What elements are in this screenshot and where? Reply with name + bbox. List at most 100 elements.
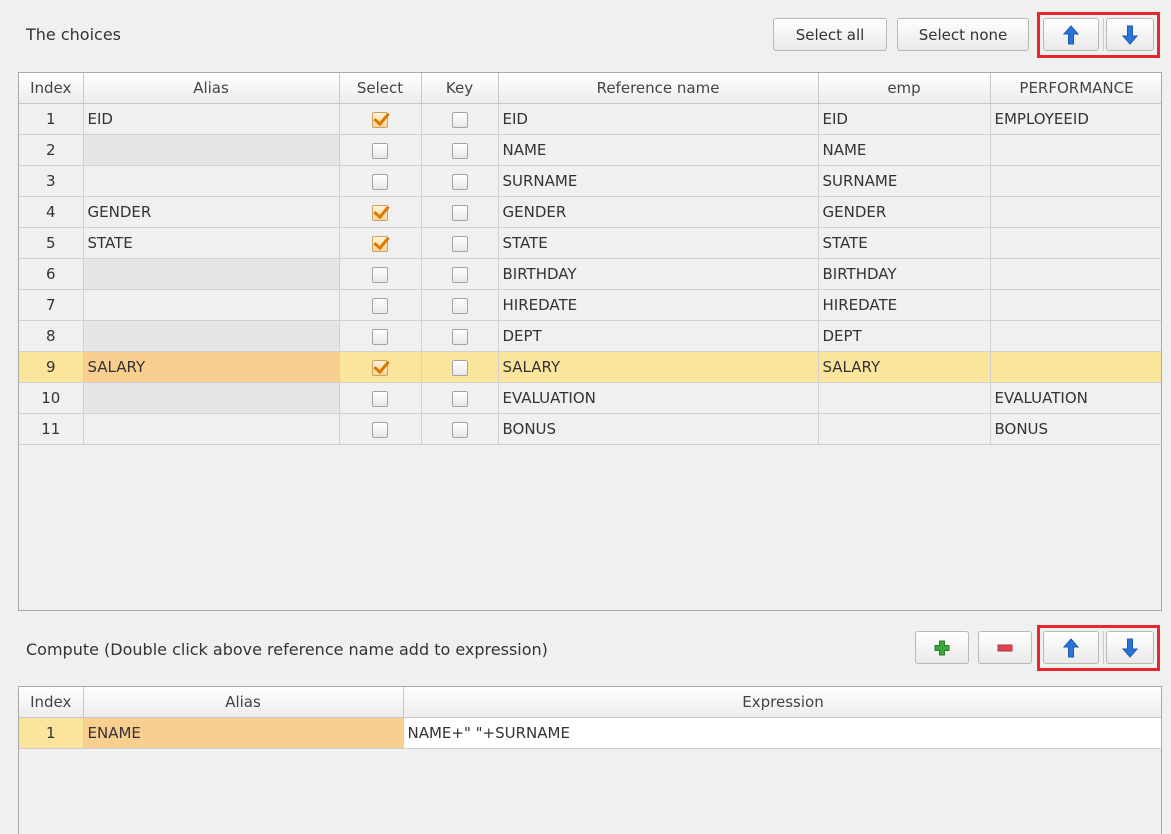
reference-name-cell[interactable]: GENDER xyxy=(498,196,819,228)
select-checkbox[interactable] xyxy=(372,173,388,190)
select-checkbox-cell[interactable] xyxy=(339,413,422,445)
key-checkbox[interactable] xyxy=(451,111,468,128)
col-header-alias[interactable]: Alias xyxy=(83,73,340,104)
table-row[interactable]: 1 ENAME NAME+" "+SURNAME xyxy=(19,717,1161,749)
key-checkbox-cell[interactable] xyxy=(421,382,499,414)
key-checkbox[interactable] xyxy=(451,390,468,407)
compute-move-up-button[interactable] xyxy=(1043,631,1099,664)
select-checkbox-cell[interactable] xyxy=(339,320,422,352)
key-checkbox-cell[interactable] xyxy=(421,351,499,383)
key-checkbox[interactable] xyxy=(451,235,468,252)
col-header-reference-name[interactable]: Reference name xyxy=(498,73,819,104)
compute-col-header-alias[interactable]: Alias xyxy=(83,687,404,718)
select-checkbox[interactable] xyxy=(372,204,388,221)
select-checkbox-cell[interactable] xyxy=(339,382,422,414)
key-checkbox-cell[interactable] xyxy=(421,320,499,352)
select-none-button[interactable]: Select none xyxy=(897,18,1029,51)
reference-name-cell[interactable]: BONUS xyxy=(498,413,819,445)
reference-name-cell[interactable]: BIRTHDAY xyxy=(498,258,819,290)
key-checkbox[interactable] xyxy=(451,359,468,376)
key-checkbox[interactable] xyxy=(451,266,468,283)
key-checkbox[interactable] xyxy=(451,297,468,314)
select-checkbox[interactable] xyxy=(372,111,388,128)
col-header-key[interactable]: Key xyxy=(421,73,499,104)
table-row[interactable]: 2 NAME NAME xyxy=(19,134,1161,166)
key-checkbox[interactable] xyxy=(451,173,468,190)
alias-cell[interactable] xyxy=(83,258,340,290)
table-row[interactable]: 10 EVALUATION EVALUATION xyxy=(19,382,1161,414)
key-checkbox-cell[interactable] xyxy=(421,196,499,228)
select-checkbox[interactable] xyxy=(372,328,388,345)
select-checkbox[interactable] xyxy=(372,297,388,314)
col-header-performance[interactable]: PERFORMANCE xyxy=(990,73,1161,104)
select-checkbox-cell[interactable] xyxy=(339,196,422,228)
table-row[interactable]: 6 BIRTHDAY BIRTHDAY xyxy=(19,258,1161,290)
col-header-index[interactable]: Index xyxy=(19,73,84,104)
key-checkbox-cell[interactable] xyxy=(421,289,499,321)
select-checkbox-cell[interactable] xyxy=(339,351,422,383)
key-checkbox-cell[interactable] xyxy=(421,165,499,197)
alias-cell[interactable] xyxy=(83,165,340,197)
table-row[interactable]: 9 SALARY SALARY SALARY xyxy=(19,351,1161,383)
col-header-emp[interactable]: emp xyxy=(818,73,991,104)
select-all-button[interactable]: Select all xyxy=(773,18,887,51)
key-checkbox-cell[interactable] xyxy=(421,103,499,135)
compute-col-header-expression[interactable]: Expression xyxy=(403,687,1161,718)
select-checkbox-cell[interactable] xyxy=(339,134,422,166)
select-checkbox[interactable] xyxy=(372,235,388,252)
alias-cell[interactable]: STATE xyxy=(83,227,340,259)
move-up-button[interactable] xyxy=(1043,18,1099,51)
select-checkbox-cell[interactable] xyxy=(339,165,422,197)
key-checkbox-cell[interactable] xyxy=(421,413,499,445)
key-checkbox[interactable] xyxy=(451,421,468,438)
select-checkbox[interactable] xyxy=(372,421,388,438)
table-row[interactable]: 1 EID EID EID EMPLOYEEID xyxy=(19,103,1161,135)
select-checkbox-cell[interactable] xyxy=(339,227,422,259)
key-checkbox[interactable] xyxy=(451,204,468,221)
table-row[interactable]: 5 STATE STATE STATE xyxy=(19,227,1161,259)
reference-name-cell[interactable]: STATE xyxy=(498,227,819,259)
key-checkbox-cell[interactable] xyxy=(421,227,499,259)
alias-cell[interactable] xyxy=(83,413,340,445)
add-expression-button[interactable] xyxy=(915,631,969,664)
select-checkbox[interactable] xyxy=(372,359,388,376)
alias-cell[interactable]: SALARY xyxy=(83,351,340,383)
alias-cell[interactable] xyxy=(83,289,340,321)
reference-name-cell[interactable]: HIREDATE xyxy=(498,289,819,321)
alias-cell[interactable] xyxy=(83,134,340,166)
table-row[interactable]: 11 BONUS BONUS xyxy=(19,413,1161,445)
remove-expression-button[interactable] xyxy=(978,631,1032,664)
key-checkbox-cell[interactable] xyxy=(421,134,499,166)
compute-col-header-index[interactable]: Index xyxy=(19,687,84,718)
table-row[interactable]: 8 DEPT DEPT xyxy=(19,320,1161,352)
alias-cell[interactable]: EID xyxy=(83,103,340,135)
select-checkbox[interactable] xyxy=(372,142,388,159)
key-checkbox-cell[interactable] xyxy=(421,258,499,290)
key-checkbox[interactable] xyxy=(451,142,468,159)
select-checkbox-cell[interactable] xyxy=(339,258,422,290)
key-checkbox[interactable] xyxy=(451,328,468,345)
alias-cell[interactable]: ENAME xyxy=(83,717,404,749)
reference-name-cell[interactable]: SURNAME xyxy=(498,165,819,197)
reference-name-cell[interactable]: NAME xyxy=(498,134,819,166)
compute-table-panel: Index Alias Expression 1 ENAME NAME+" "+SU… xyxy=(18,686,1162,834)
arrow-up-icon xyxy=(1063,637,1079,657)
reference-name-cell[interactable]: DEPT xyxy=(498,320,819,352)
reference-name-cell[interactable]: EVALUATION xyxy=(498,382,819,414)
table-row[interactable]: 4 GENDER GENDER GENDER xyxy=(19,196,1161,228)
reference-name-cell[interactable]: SALARY xyxy=(498,351,819,383)
col-header-select[interactable]: Select xyxy=(339,73,422,104)
select-checkbox[interactable] xyxy=(372,390,388,407)
select-checkbox-cell[interactable] xyxy=(339,289,422,321)
table-row[interactable]: 7 HIREDATE HIREDATE xyxy=(19,289,1161,321)
select-checkbox-cell[interactable] xyxy=(339,103,422,135)
alias-cell[interactable] xyxy=(83,320,340,352)
move-down-button[interactable] xyxy=(1106,18,1154,51)
reference-name-cell[interactable]: EID xyxy=(498,103,819,135)
select-checkbox[interactable] xyxy=(372,266,388,283)
alias-cell[interactable] xyxy=(83,382,340,414)
compute-move-down-button[interactable] xyxy=(1106,631,1154,664)
table-row[interactable]: 3 SURNAME SURNAME xyxy=(19,165,1161,197)
alias-cell[interactable]: GENDER xyxy=(83,196,340,228)
expression-cell[interactable]: NAME+" "+SURNAME xyxy=(403,717,1161,749)
